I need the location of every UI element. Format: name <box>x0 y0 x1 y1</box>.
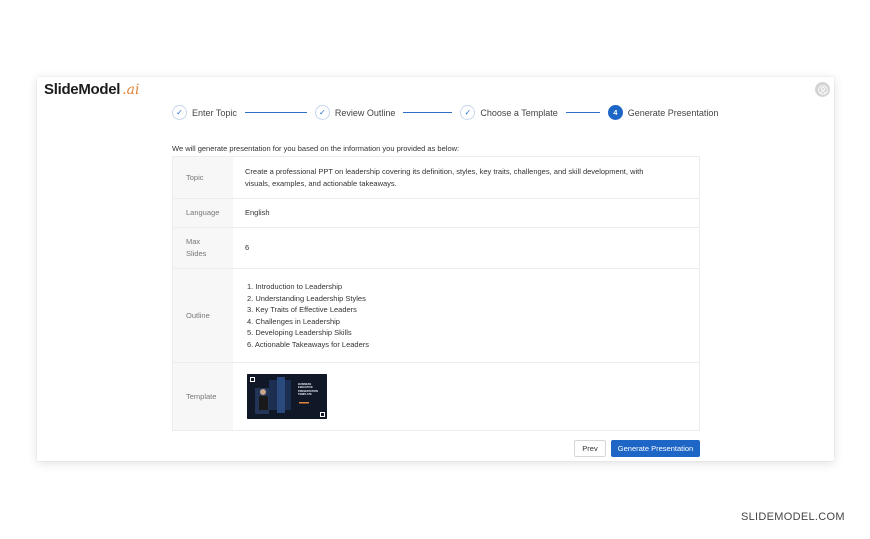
template-value: BUSINESS EXECUTIVE PRESENTATION TEMPLATE <box>233 363 699 430</box>
user-avatar-icon[interactable] <box>815 82 830 97</box>
generator-card: SlideModel .ai ✓ Enter Topic ✓ Review Ou… <box>37 77 834 461</box>
max-slides-value: 6 <box>245 243 250 253</box>
language-value: English <box>245 208 270 218</box>
table-row: Language English <box>173 198 699 227</box>
step-number-badge: 4 <box>607 105 623 120</box>
app-logo[interactable]: SlideModel .ai <box>44 81 139 98</box>
step-label: Generate Presentation <box>627 107 719 118</box>
table-row: Template BUSINESS EXECUTIVE PRESENTATION… <box>173 362 699 430</box>
topic-value: Create a professional PPT on leadership … <box>245 167 644 188</box>
list-item: 1. Introduction to Leadership <box>247 282 343 291</box>
outline-list: 1. Introduction to Leadership 2. Underst… <box>247 281 369 350</box>
check-icon: ✓ <box>314 105 330 120</box>
watermark: SLIDEMODEL.COM <box>741 511 845 523</box>
list-item: 6. Actionable Takeaways for Leaders <box>247 339 370 349</box>
step-label: Enter Topic <box>192 107 237 118</box>
outline-value: 1. Introduction to Leadership 2. Underst… <box>233 269 699 362</box>
row-label-topic: Topic <box>173 157 233 198</box>
row-label-language: Language <box>173 199 233 227</box>
table-row: Outline 1. Introduction to Leadership 2.… <box>173 268 699 362</box>
step-connector <box>403 112 453 113</box>
generate-presentation-button[interactable]: Generate Presentation <box>611 440 700 457</box>
step-generate-presentation[interactable]: 4 Generate Presentation <box>607 105 719 120</box>
row-label-outline: Outline <box>173 269 233 362</box>
row-label-max-slides: Max Slides <box>173 228 233 268</box>
table-row: Topic Create a professional PPT on leade… <box>173 157 699 198</box>
intro-text: We will generate presentation for you ba… <box>172 144 460 153</box>
list-item: 3. Key Traits of Effective Leaders <box>247 305 357 314</box>
check-icon: ✓ <box>172 105 187 120</box>
prev-button[interactable]: Prev <box>574 440 606 457</box>
step-connector <box>244 112 307 113</box>
summary-table: Topic Create a professional PPT on leade… <box>172 156 700 431</box>
step-connector <box>565 112 600 113</box>
row-label-template: Template <box>173 363 233 430</box>
logo-text: SlideModel <box>44 81 121 98</box>
logo-ai-suffix: .ai <box>122 82 140 98</box>
step-label: Choose a Template <box>480 107 558 118</box>
check-icon: ✓ <box>460 105 476 120</box>
template-thumb-title: BUSINESS EXECUTIVE PRESENTATION TEMPLATE <box>298 383 318 396</box>
list-item: 5. Developing Leadership Skills <box>247 328 352 337</box>
step-choose-template[interactable]: ✓ Choose a Template <box>460 105 558 120</box>
table-row: Max Slides 6 <box>173 227 699 268</box>
list-item: 4. Challenges in Leadership <box>247 316 340 326</box>
template-thumbnail[interactable]: BUSINESS EXECUTIVE PRESENTATION TEMPLATE <box>247 374 327 419</box>
list-item: 2. Understanding Leadership Styles <box>247 293 366 303</box>
step-label: Review Outline <box>334 107 396 118</box>
progress-stepper: ✓ Enter Topic ✓ Review Outline ✓ Choose … <box>172 105 718 120</box>
step-review-outline[interactable]: ✓ Review Outline <box>314 105 396 120</box>
step-enter-topic[interactable]: ✓ Enter Topic <box>172 105 237 120</box>
